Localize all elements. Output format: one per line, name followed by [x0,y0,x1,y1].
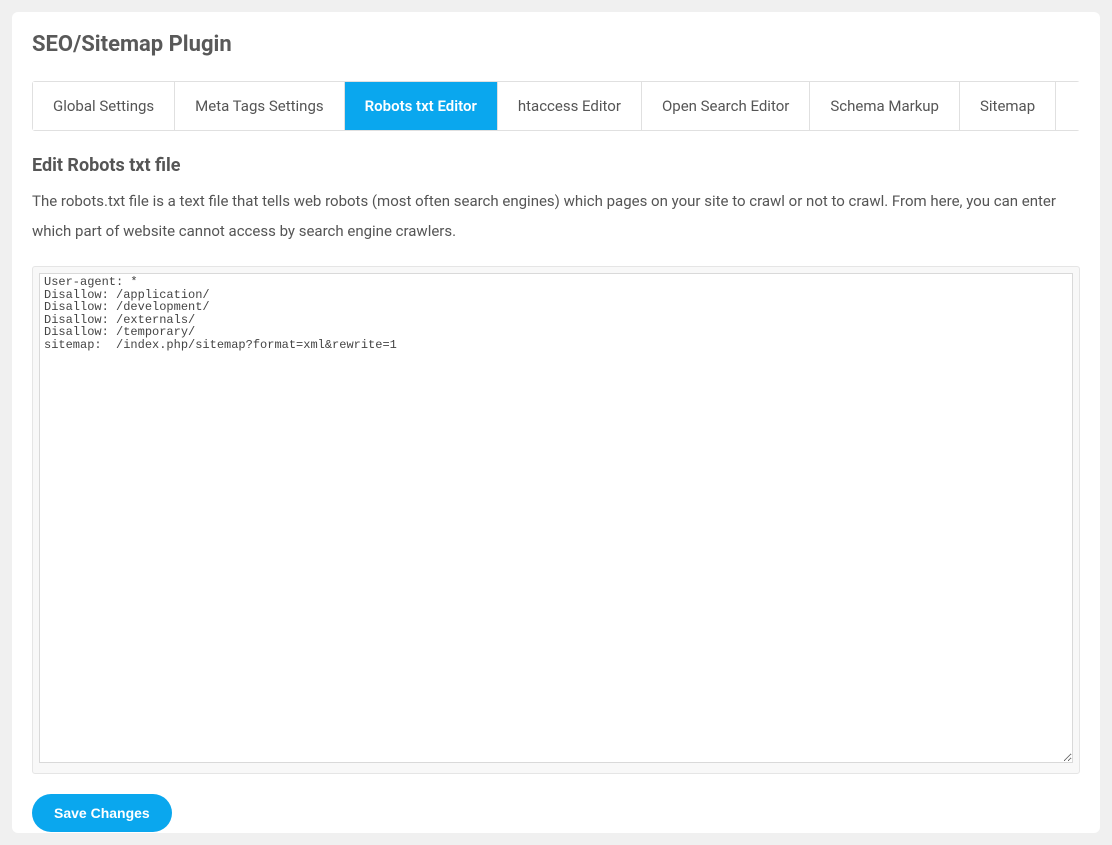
tab-sitemap[interactable]: Sitemap [960,82,1056,130]
tab-robots-txt-editor[interactable]: Robots txt Editor [345,82,498,130]
settings-panel: SEO/Sitemap Plugin Global Settings Meta … [12,12,1100,833]
tab-schema-markup[interactable]: Schema Markup [810,82,960,130]
tab-open-search-editor[interactable]: Open Search Editor [642,82,810,130]
tab-htaccess-editor[interactable]: htaccess Editor [498,82,642,130]
tab-global-settings[interactable]: Global Settings [33,82,175,130]
save-changes-button[interactable]: Save Changes [32,794,172,832]
tab-meta-tags-settings[interactable]: Meta Tags Settings [175,82,344,130]
section-description: The robots.txt file is a text file that … [32,186,1080,246]
tabs-filler [1056,82,1096,130]
section-title: Edit Robots txt file [32,155,1080,176]
page-title: SEO/Sitemap Plugin [32,32,1080,57]
robots-txt-textarea[interactable] [39,273,1073,763]
editor-wrapper [32,266,1080,774]
tabs-nav: Global Settings Meta Tags Settings Robot… [32,81,1080,131]
